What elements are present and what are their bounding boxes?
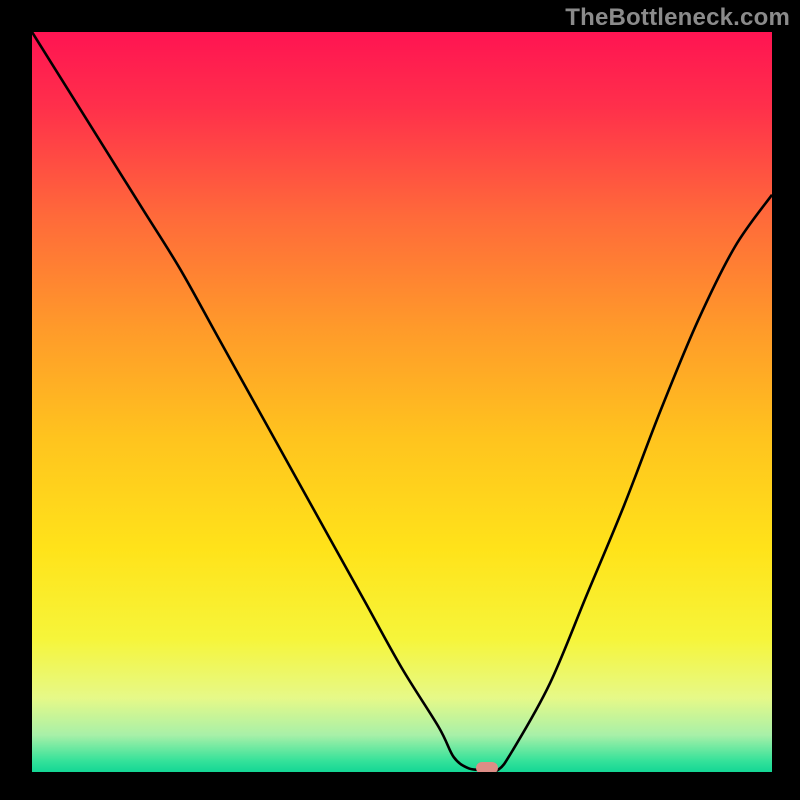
chart-min-marker <box>476 762 498 772</box>
watermark: TheBottleneck.com <box>565 4 790 32</box>
chart-plot-area <box>32 32 772 772</box>
chart-curve <box>32 32 772 772</box>
